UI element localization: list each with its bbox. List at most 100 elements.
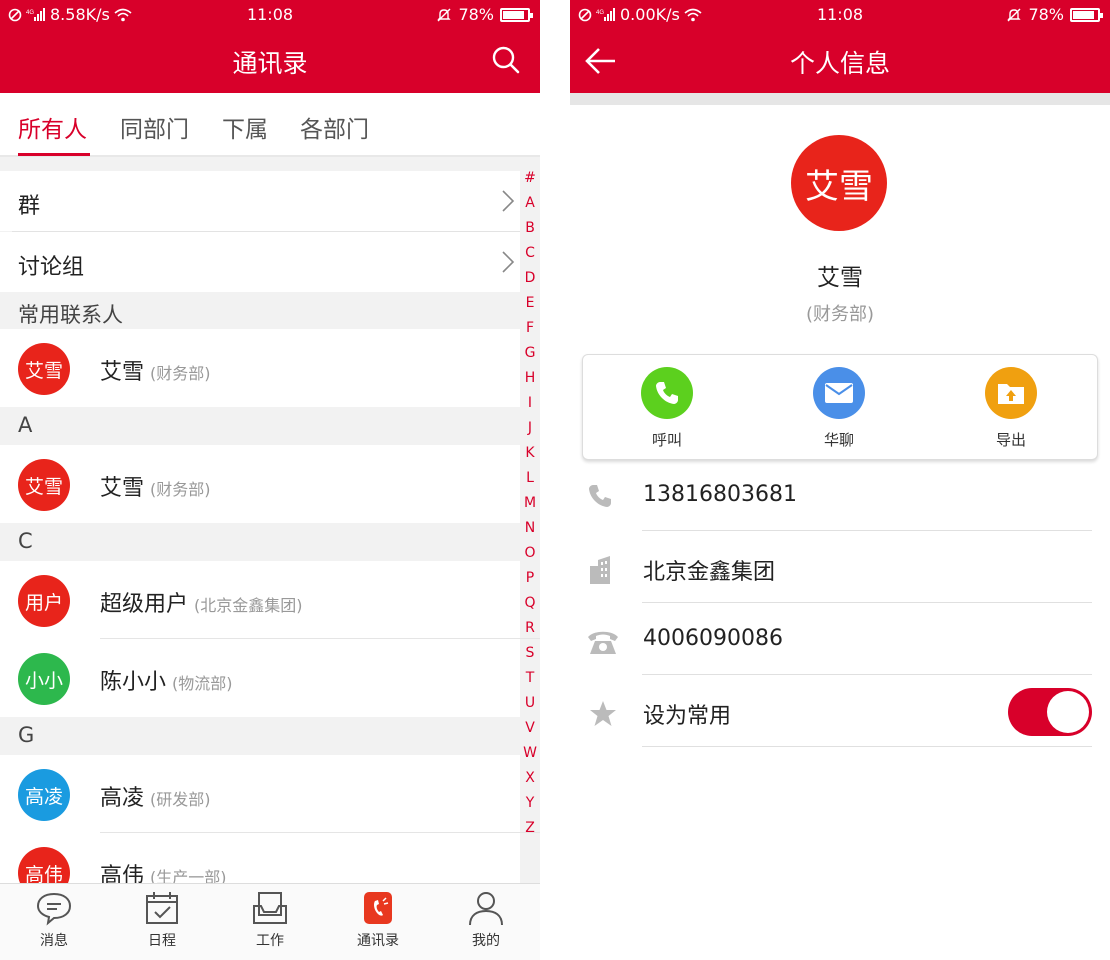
index-letter[interactable]: P bbox=[520, 566, 540, 591]
contact-list[interactable]: 群 讨论组 常用联系人 艾雪 艾雪 (财务部) A 艾雪 艾雪 (财务部) C 用户… bbox=[0, 157, 540, 883]
contacts-book-icon bbox=[364, 892, 392, 924]
tab-departments[interactable]: 各部门 bbox=[300, 110, 369, 144]
person-icon bbox=[469, 892, 503, 926]
chevron-right-icon bbox=[502, 190, 515, 212]
index-letter[interactable]: S bbox=[520, 641, 540, 666]
avatar: 用户 bbox=[18, 575, 70, 627]
divider bbox=[642, 746, 1092, 747]
contact-dept: (财务部) bbox=[150, 480, 211, 499]
index-letter[interactable]: T bbox=[520, 666, 540, 691]
divider bbox=[642, 674, 1092, 675]
index-letter[interactable]: F bbox=[520, 316, 540, 341]
index-letter[interactable]: O bbox=[520, 541, 540, 566]
contact-row[interactable]: 小小 陈小小 (物流部) bbox=[0, 639, 520, 717]
contact-dept: (生产一部) bbox=[150, 868, 227, 883]
star-icon bbox=[590, 701, 616, 726]
tab-all[interactable]: 所有人 bbox=[18, 110, 87, 144]
index-letter[interactable]: W bbox=[520, 741, 540, 766]
index-letter[interactable]: D bbox=[520, 266, 540, 291]
header: 个人信息 bbox=[570, 28, 1110, 93]
contact-dept: (研发部) bbox=[150, 790, 211, 809]
index-letter[interactable]: # bbox=[520, 166, 540, 191]
groups-row[interactable]: 群 bbox=[0, 171, 520, 231]
building-icon bbox=[590, 556, 610, 584]
tab-subordinates[interactable]: 下属 bbox=[222, 110, 268, 144]
index-letter[interactable]: Q bbox=[520, 591, 540, 616]
index-letter[interactable]: M bbox=[520, 491, 540, 516]
contact-row[interactable]: 高凌 高凌 (研发部) bbox=[0, 755, 520, 833]
avatar: 高凌 bbox=[18, 769, 70, 821]
tab-same-dept[interactable]: 同部门 bbox=[120, 110, 189, 144]
tabbar-contacts[interactable]: 通讯录 bbox=[338, 890, 418, 950]
phone-icon bbox=[589, 485, 611, 507]
index-letter[interactable]: K bbox=[520, 441, 540, 466]
contact-dept: (北京金鑫集团) bbox=[194, 596, 303, 615]
tabbar-schedule[interactable]: 日程 bbox=[122, 890, 202, 950]
contact-row[interactable]: 艾雪 艾雪 (财务部) bbox=[0, 445, 520, 523]
avatar: 高伟 bbox=[18, 847, 70, 883]
briefcase-icon bbox=[253, 892, 287, 924]
bell-muted-icon bbox=[437, 8, 452, 21]
header: 通讯录 bbox=[0, 28, 540, 93]
active-tab-indicator bbox=[18, 153, 90, 156]
index-letter[interactable]: X bbox=[520, 766, 540, 791]
contact-dept: (财务部) bbox=[150, 364, 211, 383]
contact-dept: (物流部) bbox=[172, 674, 233, 693]
action-card: 呼叫 华聊 导出 bbox=[582, 354, 1098, 460]
tabbar-me[interactable]: 我的 bbox=[446, 890, 526, 950]
avatar: 小小 bbox=[18, 653, 70, 705]
contact-row[interactable]: 艾雪 艾雪 (财务部) bbox=[0, 329, 520, 407]
alphabet-index[interactable]: # A B C D E F G H I J K L M N O P Q R S T U V W X Y Z bbox=[520, 166, 540, 841]
discussion-groups-label: 讨论组 bbox=[18, 255, 85, 280]
favorite-toggle[interactable] bbox=[1008, 688, 1092, 736]
index-letter[interactable]: A bbox=[520, 191, 540, 216]
call-button[interactable]: 呼叫 bbox=[627, 367, 707, 450]
status-bar: 4G 0.00K/s 11:08 78% bbox=[570, 0, 1110, 28]
divider bbox=[642, 602, 1092, 603]
mobile-row[interactable]: 13816803681 bbox=[570, 460, 1110, 532]
index-letter[interactable]: Z bbox=[520, 816, 540, 841]
search-icon[interactable] bbox=[490, 44, 522, 76]
contact-name: 超级用户 (北京金鑫集团) bbox=[100, 592, 303, 617]
avatar: 艾雪 bbox=[18, 459, 70, 511]
export-label: 导出 bbox=[995, 431, 1026, 449]
favorite-label: 设为常用 bbox=[643, 704, 732, 729]
section-header: C bbox=[0, 523, 540, 561]
divider bbox=[642, 530, 1092, 531]
profile-screen: 4G 0.00K/s 11:08 78% 个人信息 艾雪 艾雪 (财务部) 呼叫… bbox=[570, 0, 1110, 960]
chat-bubble-icon bbox=[36, 892, 72, 926]
section-header: 常用联系人 bbox=[0, 293, 540, 329]
index-letter[interactable]: I bbox=[520, 391, 540, 416]
contact-row[interactable]: 高伟 高伟 (生产一部) bbox=[0, 833, 520, 883]
tabbar-messages[interactable]: 消息 bbox=[14, 890, 94, 950]
index-letter[interactable]: L bbox=[520, 466, 540, 491]
discussion-groups-row[interactable]: 讨论组 bbox=[0, 232, 520, 292]
index-letter[interactable]: C bbox=[520, 241, 540, 266]
landline-row[interactable]: 4006090086 bbox=[570, 604, 1110, 676]
battery-icon bbox=[1070, 7, 1103, 22]
export-button[interactable]: 导出 bbox=[971, 367, 1051, 450]
index-letter[interactable]: B bbox=[520, 216, 540, 241]
profile-name: 艾雪 bbox=[817, 265, 863, 291]
chat-button[interactable]: 华聊 bbox=[799, 367, 879, 450]
contact-name: 高伟 (生产一部) bbox=[100, 858, 227, 883]
index-letter[interactable]: U bbox=[520, 691, 540, 716]
contact-row[interactable]: 用户 超级用户 (北京金鑫集团) bbox=[0, 561, 520, 639]
battery-text: 78% bbox=[1028, 5, 1064, 24]
index-letter[interactable]: H bbox=[520, 366, 540, 391]
index-letter[interactable]: R bbox=[520, 616, 540, 641]
index-letter[interactable]: G bbox=[520, 341, 540, 366]
telephone-icon bbox=[588, 631, 618, 654]
battery-icon bbox=[500, 7, 533, 22]
section-header: G bbox=[0, 717, 540, 755]
index-letter[interactable]: N bbox=[520, 516, 540, 541]
index-letter[interactable]: E bbox=[520, 291, 540, 316]
folder-upload-icon bbox=[998, 384, 1024, 404]
mobile-number: 13816803681 bbox=[643, 482, 797, 507]
index-letter[interactable]: J bbox=[520, 416, 540, 441]
company-row: 北京金鑫集团 bbox=[570, 532, 1110, 604]
index-letter[interactable]: V bbox=[520, 716, 540, 741]
tabbar-work[interactable]: 工作 bbox=[230, 890, 310, 950]
bottom-tabbar: 消息 日程 工作 通讯录 我的 bbox=[0, 883, 540, 960]
index-letter[interactable]: Y bbox=[520, 791, 540, 816]
